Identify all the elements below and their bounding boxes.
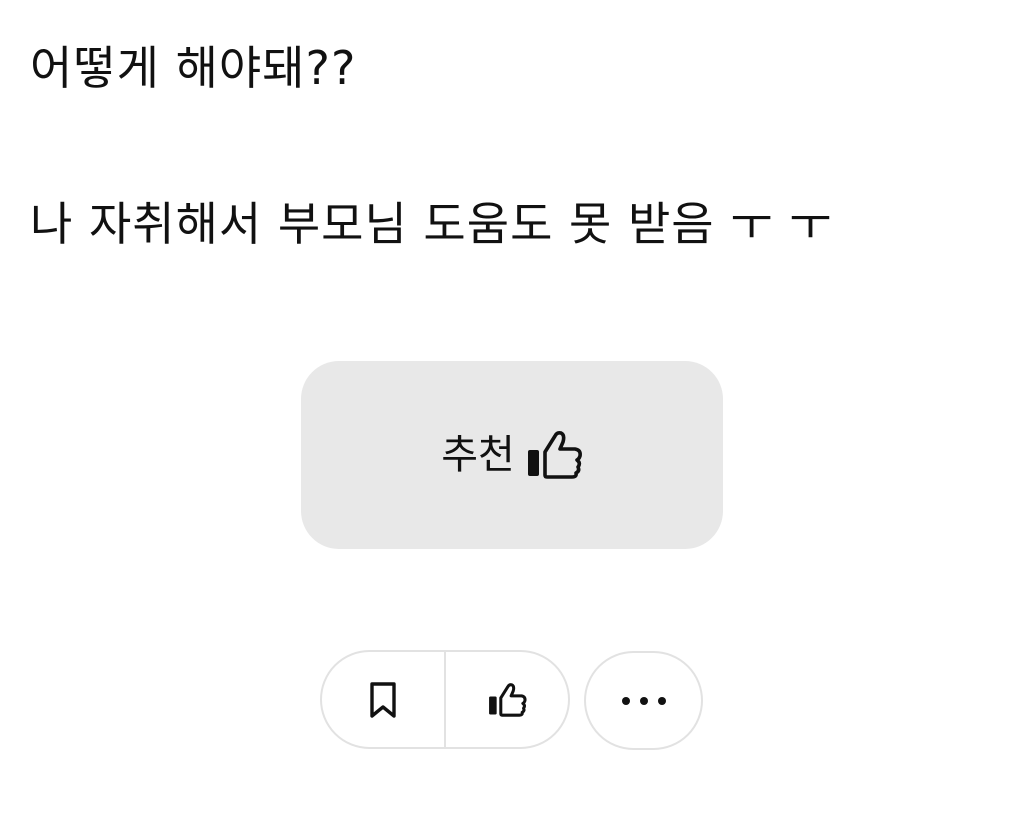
recommend-button-label: 추천 [441,432,515,478]
post-action-group [320,650,570,749]
recommend-button[interactable]: 추천 [301,361,723,549]
more-dots-icon [621,696,667,706]
bookmark-button[interactable] [322,652,444,747]
thumbs-up-icon [487,682,527,718]
bookmark-icon [368,681,398,719]
like-button[interactable] [446,652,568,747]
thumbs-up-icon [525,430,583,480]
post-body-line-2: 나 자취해서 부모님 도움도 못 받음 ㅜ ㅜ [30,197,833,251]
more-options-button[interactable] [584,651,703,750]
post-body-line-1: 어떻게 해야돼?? [30,41,357,95]
